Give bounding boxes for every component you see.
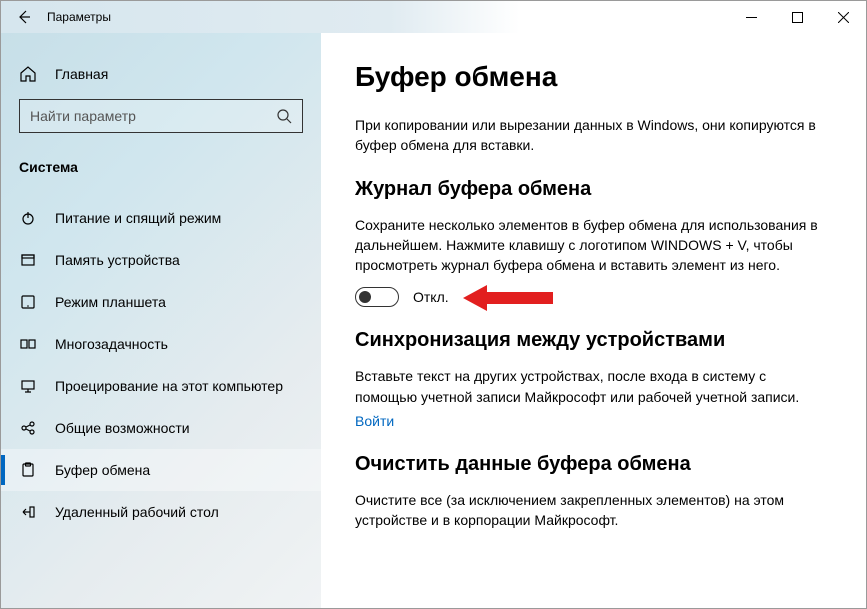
page-title: Буфер обмена (355, 61, 832, 93)
sidebar-category: Система (1, 151, 321, 183)
arrow-left-icon (16, 9, 32, 25)
sidebar-item-storage[interactable]: Память устройства (1, 239, 321, 281)
settings-window: Параметры Главная Система (0, 0, 867, 609)
history-text: Сохраните несколько элементов в буфер об… (355, 215, 832, 276)
close-button[interactable] (820, 1, 866, 33)
search-icon (276, 108, 292, 124)
content-area: Буфер обмена При копировании или вырезан… (321, 33, 866, 608)
tablet-icon (20, 294, 36, 310)
home-nav[interactable]: Главная (1, 57, 321, 99)
sidebar-item-power[interactable]: Питание и спящий режим (1, 197, 321, 239)
sidebar-item-shared[interactable]: Общие возможности (1, 407, 321, 449)
sidebar-item-clipboard[interactable]: Буфер обмена (1, 449, 321, 491)
clear-heading: Очистить данные буфера обмена (355, 453, 832, 476)
storage-icon (20, 252, 36, 268)
close-icon (838, 12, 849, 23)
sidebar-item-label: Буфер обмена (55, 462, 150, 478)
sidebar-item-label: Удаленный рабочий стол (55, 504, 219, 520)
search-box[interactable] (19, 99, 303, 133)
titlebar: Параметры (1, 1, 866, 33)
sidebar-item-label: Память устройства (55, 252, 180, 268)
minimize-button[interactable] (728, 1, 774, 33)
clipboard-icon (20, 462, 36, 478)
sync-heading: Синхронизация между устройствами (355, 329, 832, 352)
sidebar-item-label: Проецирование на этот компьютер (55, 378, 283, 394)
toggle-label: Откл. (413, 289, 449, 305)
minimize-icon (746, 12, 757, 23)
history-heading: Журнал буфера обмена (355, 178, 832, 201)
sidebar: Главная Система Питание и спящий режим П… (1, 33, 321, 608)
maximize-icon (792, 12, 803, 23)
sidebar-item-label: Общие возможности (55, 420, 190, 436)
sidebar-item-tablet[interactable]: Режим планшета (1, 281, 321, 323)
back-button[interactable] (1, 1, 47, 33)
sidebar-item-label: Многозадачность (55, 336, 168, 352)
intro-text: При копировании или вырезании данных в W… (355, 115, 832, 156)
sidebar-item-remote[interactable]: Удаленный рабочий стол (1, 491, 321, 533)
sidebar-item-label: Режим планшета (55, 294, 166, 310)
annotation-arrow-icon (463, 281, 553, 315)
home-icon (19, 65, 37, 83)
search-input[interactable] (30, 108, 276, 124)
sync-text: Вставьте текст на других устройствах, по… (355, 366, 832, 407)
sidebar-item-project[interactable]: Проецирование на этот компьютер (1, 365, 321, 407)
project-icon (20, 378, 36, 394)
clear-text: Очистите все (за исключением закрепленны… (355, 490, 832, 531)
window-title: Параметры (47, 10, 111, 24)
remote-icon (20, 504, 36, 520)
toggle-knob (359, 291, 371, 303)
history-toggle[interactable] (355, 287, 399, 307)
home-label: Главная (55, 66, 108, 82)
multitask-icon (20, 336, 36, 352)
sidebar-item-multitask[interactable]: Многозадачность (1, 323, 321, 365)
sidebar-nav: Питание и спящий режим Память устройства… (1, 197, 321, 608)
shared-icon (20, 420, 36, 436)
power-icon (20, 210, 36, 226)
maximize-button[interactable] (774, 1, 820, 33)
sidebar-item-label: Питание и спящий режим (55, 210, 221, 226)
signin-link[interactable]: Войти (355, 413, 394, 429)
